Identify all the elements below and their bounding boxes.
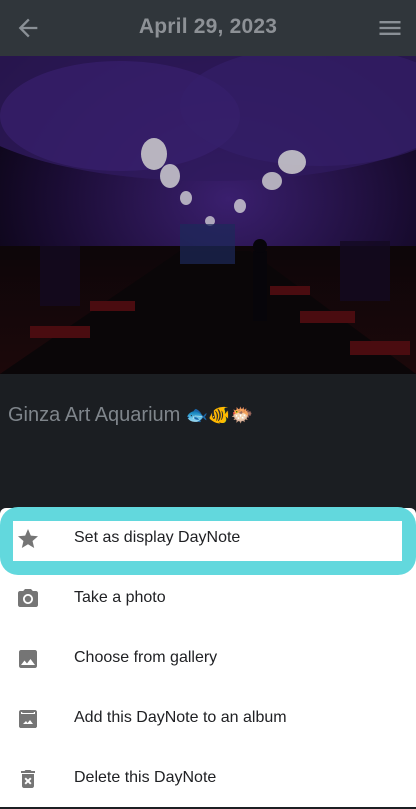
- daynote-photo[interactable]: [0, 56, 416, 374]
- hamburger-menu-icon[interactable]: [376, 14, 404, 42]
- photo-album-icon: [19, 710, 37, 728]
- set-as-display-daynote-item[interactable]: Set as display DayNote: [0, 509, 416, 569]
- star-icon: [18, 529, 38, 548]
- item-label: Add this DayNote to an album: [74, 709, 287, 726]
- image-icon: [19, 650, 37, 668]
- take-photo-item[interactable]: Take a photo: [0, 569, 416, 629]
- daynote-text: Ginza Art Aquarium 🐟🐠🐡: [8, 404, 253, 427]
- item-label: Choose from gallery: [74, 649, 218, 666]
- item-label: Take a photo: [74, 589, 166, 606]
- app-bar: April 29, 2023: [0, 0, 416, 56]
- trash-icon: [21, 770, 35, 788]
- add-to-album-item[interactable]: Add this DayNote to an album: [0, 689, 416, 749]
- aquarium-photo-image: [0, 56, 416, 374]
- delete-daynote-item[interactable]: Delete this DayNote: [0, 749, 416, 809]
- item-label: Delete this DayNote: [74, 769, 217, 786]
- daynote-title: Ginza Art Aquarium: [8, 404, 181, 426]
- fish-emoji: 🐟🐠🐡: [185, 405, 254, 426]
- daynote-content: Ginza Art Aquarium 🐟🐠🐡: [0, 374, 416, 508]
- camera-icon: [18, 589, 38, 607]
- choose-from-gallery-item[interactable]: Choose from gallery: [0, 629, 416, 689]
- page-title: April 29, 2023: [138, 15, 278, 38]
- item-label: Set as display DayNote: [74, 529, 241, 546]
